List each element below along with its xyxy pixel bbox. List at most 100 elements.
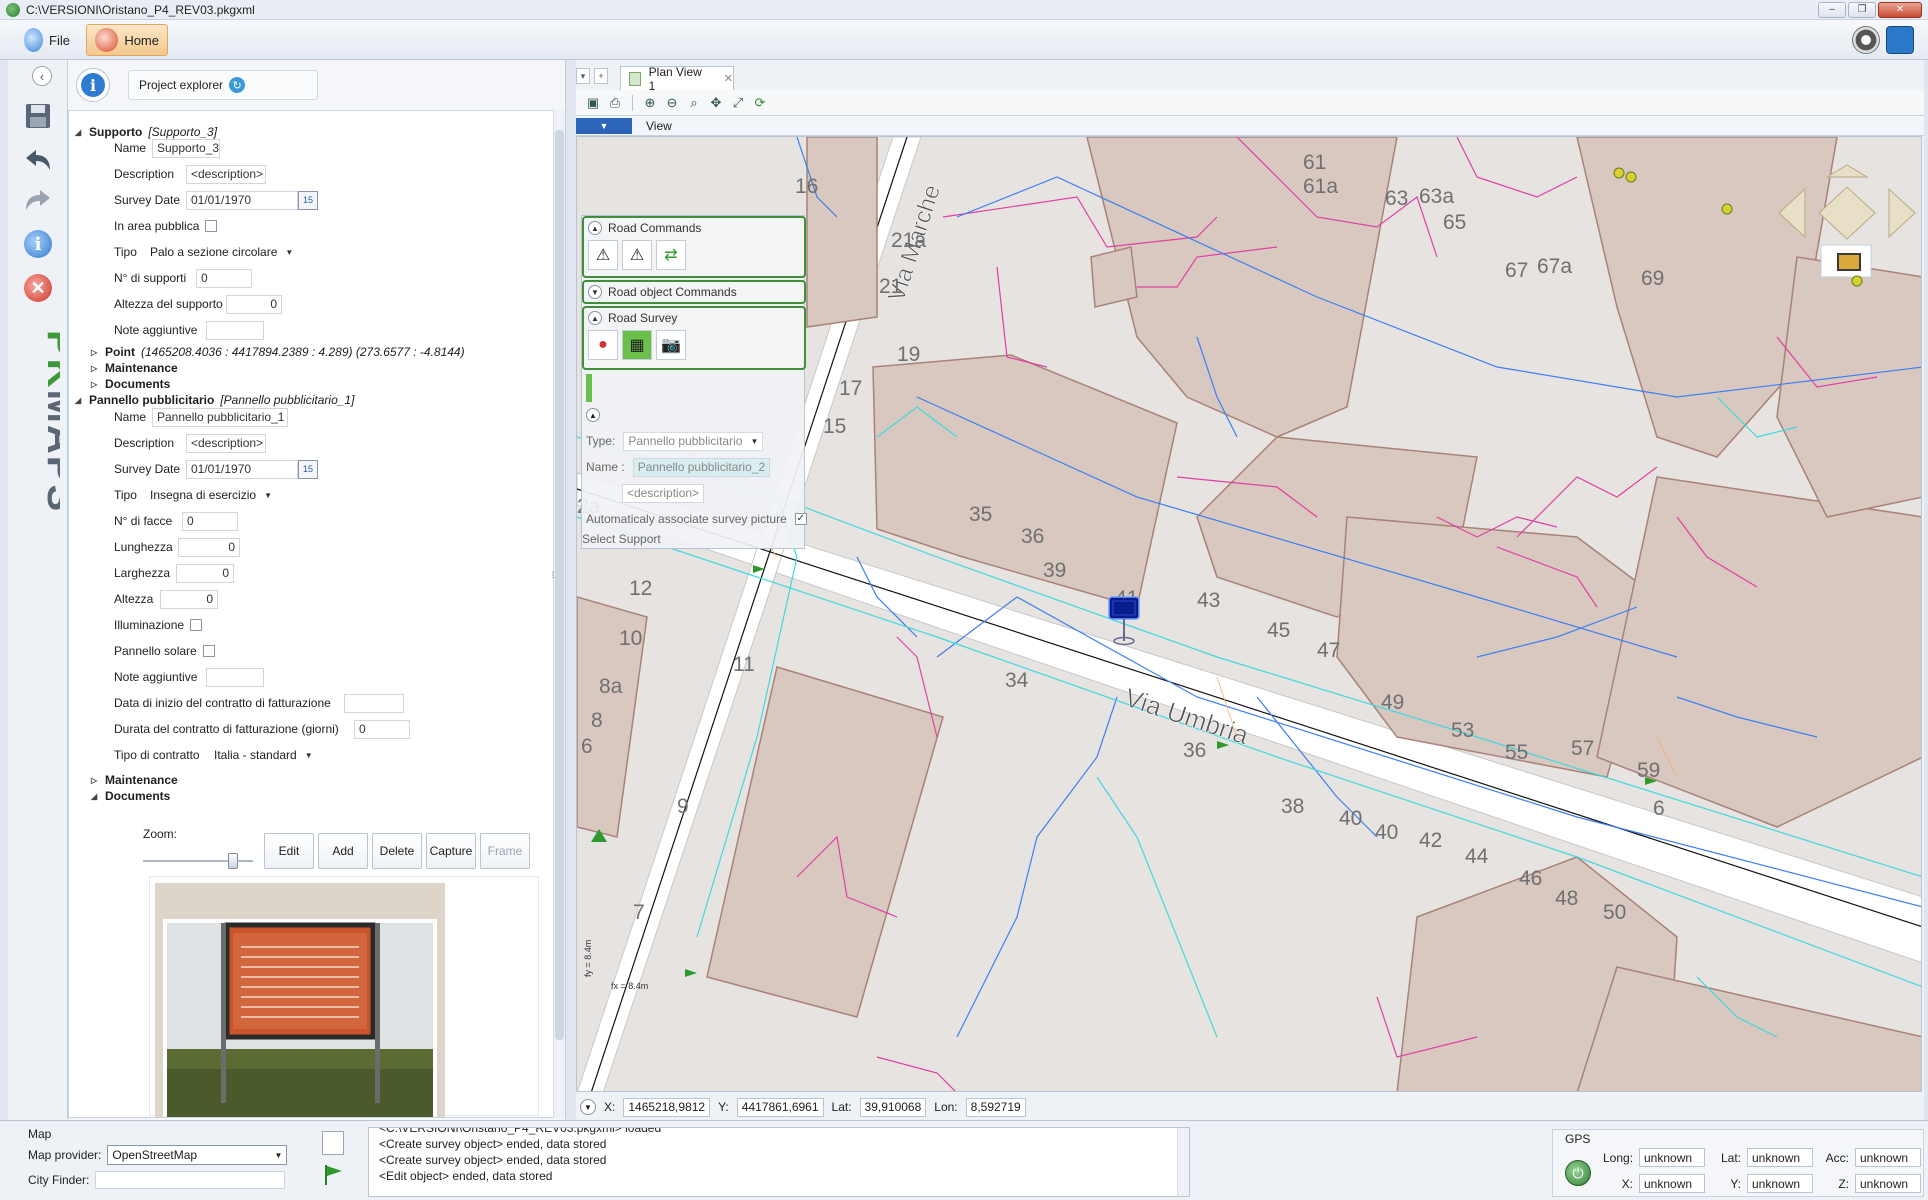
survey-name-field[interactable]: Pannello pubblicitario_2 xyxy=(632,457,771,477)
survey-description-field[interactable]: <description> xyxy=(622,483,705,503)
ribbon-tab-home[interactable]: Home xyxy=(86,24,168,56)
name-field[interactable]: Pannello pubblicitario_1 xyxy=(152,407,288,427)
tab-plan-view-1[interactable]: Plan View 1 ✕ xyxy=(620,65,734,93)
view-tab-label[interactable]: View xyxy=(646,119,672,133)
tab-list-dropdown-icon[interactable]: ▾ xyxy=(576,68,590,84)
info-icon: i xyxy=(81,73,105,97)
map-canvas[interactable]: fx = 8.4m fy = 8.4m Via Marche Via Umbri… xyxy=(576,136,1922,1092)
chevron-up-icon[interactable]: ▲ xyxy=(586,408,600,422)
road-object-commands-header[interactable]: ▼ Road object Commands xyxy=(584,282,804,302)
road-split-icon[interactable]: ⇄ xyxy=(656,240,686,270)
map-layer-icon[interactable]: ▣ xyxy=(584,94,602,112)
frame-button[interactable]: Frame xyxy=(480,833,530,869)
zoom-out-icon[interactable]: ⊖ xyxy=(663,94,681,112)
description-field[interactable]: <description> xyxy=(186,433,266,453)
info-icon[interactable]: i xyxy=(22,228,54,260)
city-finder-input[interactable] xyxy=(95,1171,286,1189)
calendar-icon[interactable]: 15 xyxy=(298,190,318,210)
illuminazione-checkbox[interactable] xyxy=(190,619,203,631)
fullscreen-icon[interactable] xyxy=(1886,26,1914,54)
n-facce-field[interactable]: 0 xyxy=(182,511,238,531)
chevron-up-icon[interactable]: ▲ xyxy=(588,311,602,325)
delete-button[interactable]: Delete xyxy=(372,833,422,869)
new-tab-icon[interactable]: + xyxy=(594,68,608,84)
zoom-extent-icon[interactable]: ⤢ xyxy=(729,94,747,112)
survey-camera-icon[interactable]: 📷 xyxy=(656,330,686,360)
durata-label: Durata del contratto di fatturazione (gi… xyxy=(114,722,339,736)
undo-icon[interactable] xyxy=(22,144,54,176)
map-provider-select[interactable]: OpenStreetMap ▼ xyxy=(107,1145,288,1165)
log-scrollbar[interactable] xyxy=(1177,1128,1189,1196)
road-survey-header[interactable]: ▲ Road Survey xyxy=(584,308,804,328)
explorer-header: i Project explorer ↻ xyxy=(68,60,566,110)
altezza-field[interactable]: 0 xyxy=(160,589,218,609)
print-icon[interactable]: ⎙ xyxy=(606,94,624,112)
chevron-up-icon[interactable]: ▲ xyxy=(588,221,602,235)
add-button[interactable]: Add xyxy=(318,833,368,869)
select-support-label[interactable]: Select Support xyxy=(582,532,661,546)
refresh-map-icon[interactable]: ⟳ xyxy=(751,94,769,112)
description-field[interactable]: <description> xyxy=(186,164,266,184)
cancel-icon[interactable]: ✕ xyxy=(22,272,54,304)
house-number-label: 47 xyxy=(1317,639,1340,662)
road-commands-header[interactable]: ▲ Road Commands xyxy=(584,218,804,238)
close-tab-icon[interactable]: ✕ xyxy=(724,72,733,85)
altezza-supporto-field[interactable]: 0 xyxy=(226,294,282,314)
redo-icon[interactable] xyxy=(22,184,54,216)
in-area-checkbox[interactable] xyxy=(205,220,218,232)
note-field[interactable] xyxy=(206,320,264,340)
zoom-in-icon[interactable]: ⊕ xyxy=(641,94,659,112)
road-warning-icon[interactable]: ⚠ xyxy=(588,240,618,270)
settings-gear-icon[interactable] xyxy=(1852,26,1880,54)
section-documents-pannello[interactable]: ◢ Documents xyxy=(91,787,170,805)
zoom-slider[interactable] xyxy=(143,853,253,869)
survey-photo-thumbnail[interactable] xyxy=(155,883,445,1118)
map-area: ▾ + Plan View 1 ✕ ▣ ⎙ ⊕ ⊖ ⌕ ✥ ⤢ ⟳ ▼ View xyxy=(576,60,1924,1120)
explorer-info-button[interactable]: i xyxy=(76,68,110,102)
survey-type-dropdown[interactable]: Pannello pubblicitario ▼ xyxy=(623,431,764,451)
survey-date-field[interactable]: 01/01/1970 xyxy=(186,459,298,479)
bottom-panel: Map Map provider: OpenStreetMap ▼ City Fi… xyxy=(0,1120,1928,1200)
ribbon-tab-file[interactable]: File xyxy=(16,24,78,56)
explorer-title-tab[interactable]: Project explorer ↻ xyxy=(128,70,318,100)
name-field[interactable]: Supporto_3 xyxy=(152,138,220,158)
road-edit-icon[interactable]: ⚠ xyxy=(622,240,652,270)
survey-map-icon[interactable]: ▦ xyxy=(622,330,652,360)
larghezza-field[interactable]: 0 xyxy=(176,563,234,583)
tipo-dropdown[interactable]: Insegna di esercizio ▼ xyxy=(146,486,276,505)
close-window-button[interactable]: ✕ xyxy=(1878,2,1922,18)
lunghezza-field[interactable]: 0 xyxy=(178,537,240,557)
pan-icon[interactable]: ✥ xyxy=(707,94,725,112)
save-icon[interactable] xyxy=(22,100,54,132)
pannello-solare-checkbox[interactable] xyxy=(202,645,215,657)
map-settings-group: Map Map provider: OpenStreetMap ▼ City Fi… xyxy=(28,1127,300,1197)
tipo-dropdown[interactable]: Palo a sezione circolare ▼ xyxy=(146,243,297,262)
durata-field[interactable]: 0 xyxy=(354,719,410,739)
edit-button[interactable]: Edit xyxy=(264,833,314,869)
note-field[interactable] xyxy=(206,667,264,687)
survey-sign-icon[interactable]: ● xyxy=(588,330,618,360)
flag-icon[interactable] xyxy=(322,1163,344,1187)
refresh-icon[interactable]: ↻ xyxy=(229,77,246,93)
chevron-down-icon[interactable]: ▼ xyxy=(588,285,602,299)
gps-power-icon[interactable]: ⏻ xyxy=(1565,1160,1591,1186)
zoom-window-icon[interactable]: ⌕ xyxy=(685,94,703,112)
zoom-slider-thumb[interactable] xyxy=(228,853,238,869)
chevron-down-icon[interactable]: ▼ xyxy=(580,1099,596,1115)
capture-button[interactable]: Capture xyxy=(426,833,476,869)
auto-associate-checkbox[interactable]: ✓ xyxy=(794,513,807,525)
view-dropdown-button[interactable]: ▼ xyxy=(576,118,632,134)
tipo-contratto-dropdown[interactable]: Italia - standard ▼ xyxy=(210,746,317,765)
calendar-icon[interactable]: 15 xyxy=(298,459,318,479)
splitter-grip-icon[interactable]: ⦙ xyxy=(552,570,554,581)
property-grid-scrollbar[interactable] xyxy=(553,110,565,1118)
data-inizio-field[interactable] xyxy=(344,693,404,713)
minimize-button[interactable]: – xyxy=(1818,2,1846,18)
restore-button[interactable]: ❐ xyxy=(1848,2,1876,18)
scrollbar-thumb[interactable] xyxy=(555,130,564,1040)
collapse-panel-icon[interactable]: ‹ xyxy=(32,66,52,86)
survey-date-field[interactable]: 01/01/1970 xyxy=(186,190,298,210)
title-bar: C:\VERSIONI\Oristano_P4_REV03.pkgxml – ❐… xyxy=(0,0,1928,20)
n-supporti-field[interactable]: 0 xyxy=(196,268,252,288)
log-document-icon[interactable] xyxy=(322,1131,344,1155)
